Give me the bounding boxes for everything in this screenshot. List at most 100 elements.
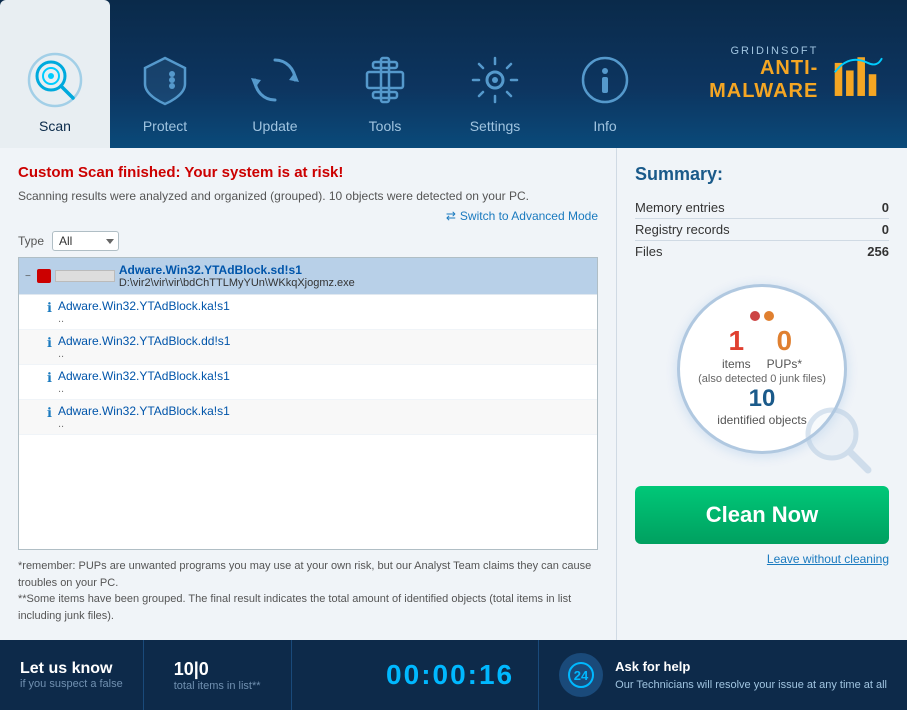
gauge-pups-stat: 0 PUPs* [767,325,802,371]
child-threat-path-1: .. [58,313,230,325]
nav-label-update: Update [252,118,297,134]
svg-text:24: 24 [574,668,589,683]
info-circle-icon-2: ℹ [47,335,52,351]
info-circle-icon-4: ℹ [47,405,52,421]
child-threat-name-1: Adware.Win32.YTAdBlock.ka!s1 [58,299,230,313]
left-panel: Custom Scan finished: Your system is at … [0,148,617,640]
gauge-stats: 1 items 0 PUPs* [722,325,802,371]
right-panel: Summary: Memory entries 0 Registry recor… [617,148,907,640]
tools-icon [353,48,417,112]
summary-files-row: Files 256 [635,241,889,262]
footnote-2: **Some items have been grouped. The fina… [18,591,598,624]
nav-item-update[interactable]: Update [220,0,330,148]
gauge-dots [750,311,774,321]
files-label: Files [635,244,662,259]
result-header-0[interactable]: − Adware.Win32.YTAdBlock.sd!s1 D:\vir2\v… [19,258,597,294]
counter-section: 10|0 total items in list** [144,640,292,710]
let-us-know-label: Let us know [20,660,123,678]
filter-bar: Type All Adware PUP [18,231,598,251]
child-threat-name-3: Adware.Win32.YTAdBlock.ka!s1 [58,369,230,383]
leave-without-cleaning-link[interactable]: Leave without cleaning [635,552,889,566]
child-threat-path-3: .. [58,383,230,395]
child-threat-path-4: .. [58,418,230,430]
info-icon [573,48,637,112]
magnifier-icon [802,404,872,474]
protect-icon [133,48,197,112]
gauge-dot-red [750,311,760,321]
also-detected-note: (also detected 0 junk files) [698,373,826,385]
scan-title-static: Custom Scan finished: [18,164,184,181]
brand-product: ANTI-MALWARE [660,57,818,103]
update-icon [243,48,307,112]
support-section: 24 Ask for help Our Technicians will res… [538,640,887,710]
gauge-dot-orange [764,311,774,321]
nav-item-tools[interactable]: Tools [330,0,440,148]
pups-label: PUPs* [767,357,802,371]
nav-item-settings[interactable]: Settings [440,0,550,148]
result-child-3[interactable]: ℹ Adware.Win32.YTAdBlock.ka!s1 .. [19,365,597,400]
child-threat-name-2: Adware.Win32.YTAdBlock.dd!s1 [58,334,231,348]
summary-rows: Memory entries 0 Registry records 0 File… [635,197,889,262]
footnotes: *remember: PUPs are unwanted programs yo… [18,558,598,624]
result-child-2[interactable]: ℹ Adware.Win32.YTAdBlock.dd!s1 .. [19,330,597,365]
threat-progress-bar-0 [55,270,115,282]
gauge-items-stat: 1 items [722,325,751,371]
settings-icon [463,48,527,112]
registry-records-value: 0 [882,222,889,237]
let-us-know-sub: if you suspect a false [20,678,123,690]
nav-item-scan[interactable]: Scan [0,0,110,148]
items-label: items [722,357,751,371]
support-text: Ask for help Our Technicians will resolv… [615,657,887,693]
identified-count: 10 [749,385,776,413]
info-circle-icon-1: ℹ [47,300,52,316]
let-us-know-section: Let us know if you suspect a false [20,640,144,710]
items-counter-sub: total items in list** [174,680,261,692]
expand-icon-0: − [25,271,31,282]
bottom-bar: Let us know if you suspect a false 10|0 … [0,640,907,710]
result-child-4[interactable]: ℹ Adware.Win32.YTAdBlock.ka!s1 .. [19,400,597,435]
items-counter: 10|0 [174,659,261,680]
info-circle-icon-3: ℹ [47,370,52,386]
type-filter-select[interactable]: All Adware PUP [52,231,119,251]
nav-label-protect: Protect [143,118,187,134]
filter-label: Type [18,234,44,248]
nav-label-settings: Settings [470,118,521,134]
threat-severity-dot-0 [37,269,51,283]
gauge-container: 1 items 0 PUPs* (also detected 0 junk fi… [662,274,862,474]
scan-title-risk: Your system is at risk! [184,164,343,181]
result-group-0: − Adware.Win32.YTAdBlock.sd!s1 D:\vir2\v… [19,258,597,295]
support-sub: Our Technicians will resolve your issue … [615,679,887,691]
threat-name-0: Adware.Win32.YTAdBlock.sd!s1 [119,263,355,277]
footnote-1: *remember: PUPs are unwanted programs yo… [18,558,598,591]
child-threat-path-2: .. [58,348,231,360]
support-icon: 24 [559,653,603,697]
nav-label-scan: Scan [39,118,71,134]
support-title: Ask for help [615,659,690,674]
summary-registry-row: Registry records 0 [635,219,889,241]
memory-entries-label: Memory entries [635,200,725,215]
pups-count: 0 [767,325,802,357]
identified-label: identified objects [717,413,806,427]
nav-label-info: Info [593,118,616,134]
result-child-1[interactable]: ℹ Adware.Win32.YTAdBlock.ka!s1 .. [19,295,597,330]
main-content: Custom Scan finished: Your system is at … [0,148,907,640]
nav-item-info[interactable]: Info [550,0,660,148]
items-count: 1 [722,325,751,357]
scan-icon [23,48,87,112]
scan-subtitle: Scanning results were analyzed and organ… [18,189,598,203]
files-value: 256 [867,244,889,259]
memory-entries-value: 0 [882,200,889,215]
nav-item-protect[interactable]: Protect [110,0,220,148]
advanced-mode-link[interactable]: ⇄Switch to Advanced Mode [18,209,598,223]
threat-path-0: D:\vir2\vir\vir\bdChTTLMyYUn\WKkqXjogmz.… [119,277,355,289]
nav-label-tools: Tools [369,118,402,134]
brand-logo-icon [830,44,887,104]
header: Scan Protect Update [0,0,907,148]
registry-records-label: Registry records [635,222,730,237]
results-list[interactable]: − Adware.Win32.YTAdBlock.sd!s1 D:\vir2\v… [18,257,598,550]
summary-title: Summary: [635,164,723,185]
brand: GRIDINSOFT ANTI-MALWARE [660,0,907,148]
clean-now-button[interactable]: Clean Now [635,486,889,544]
scan-timer: 00:00:16 [386,659,514,691]
brand-company: GRIDINSOFT [660,45,818,57]
